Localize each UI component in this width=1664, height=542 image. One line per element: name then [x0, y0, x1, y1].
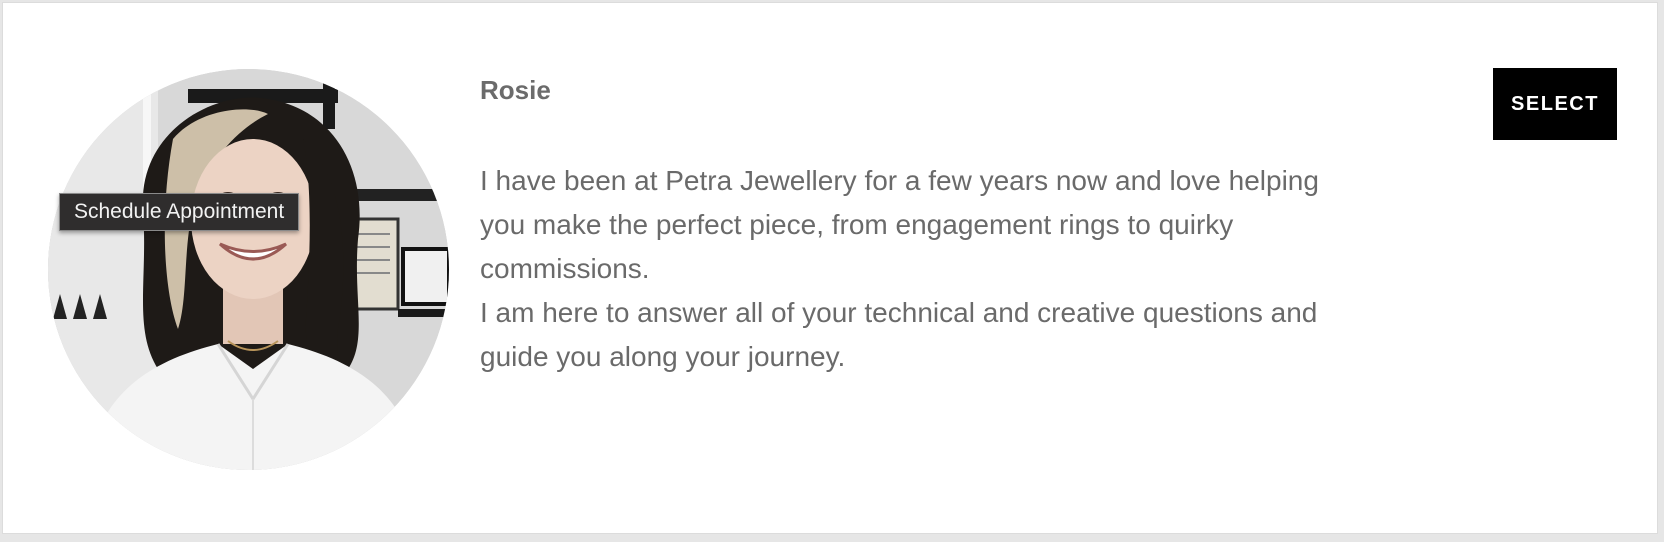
- bio-paragraph: I am here to answer all of your technica…: [480, 297, 1318, 372]
- bio-paragraph: I have been at Petra Jewellery for a few…: [480, 165, 1319, 284]
- select-button[interactable]: SELECT: [1493, 68, 1617, 140]
- staff-card: Schedule Appointment Rosie I have been a…: [2, 2, 1658, 534]
- staff-bio: I have been at Petra Jewellery for a few…: [480, 159, 1360, 379]
- staff-photo: [48, 69, 449, 470]
- schedule-appointment-tooltip: Schedule Appointment: [59, 193, 300, 231]
- person-photo-icon: [48, 69, 449, 470]
- staff-name: Rosie: [480, 75, 551, 105]
